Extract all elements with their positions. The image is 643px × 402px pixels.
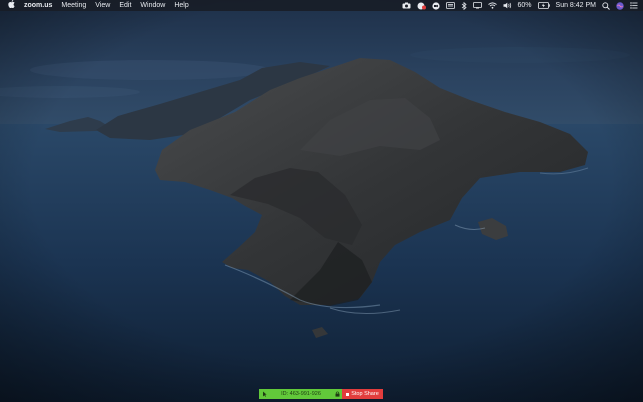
drag-handle-icon[interactable]	[259, 391, 269, 397]
stop-square-icon	[346, 392, 350, 396]
menubar-clock[interactable]: Sun 8:42 PM	[556, 0, 596, 11]
app-menu-zoom[interactable]: zoom.us	[24, 0, 52, 11]
screen-share-toolbar: ID: 463-991-926 Stop Share	[259, 389, 383, 399]
wifi-icon[interactable]	[487, 0, 497, 11]
stop-share-label: Stop Share	[351, 391, 379, 397]
battery-icon[interactable]	[537, 0, 550, 11]
spotlight-search-icon[interactable]	[602, 0, 610, 11]
menu-edit[interactable]: Edit	[119, 0, 131, 11]
battery-percent[interactable]: 60%	[518, 0, 532, 11]
zoom-record-icon[interactable]	[417, 0, 426, 11]
desktop-wallpaper	[0, 0, 643, 402]
volume-icon[interactable]	[503, 0, 512, 11]
meeting-info-pill[interactable]: ID: 463-991-926	[259, 389, 342, 399]
menu-help[interactable]: Help	[174, 0, 188, 11]
menu-meeting[interactable]: Meeting	[61, 0, 86, 11]
zoom-video-icon[interactable]	[431, 0, 440, 11]
siri-icon[interactable]	[616, 0, 624, 11]
bluetooth-icon[interactable]	[461, 0, 467, 11]
apple-logo-icon[interactable]	[8, 0, 15, 11]
lock-icon	[333, 391, 342, 397]
meeting-id-label: ID: 463-991-926	[281, 391, 321, 397]
catalina-wallpaper	[0, 0, 643, 402]
keyboard-icon[interactable]	[445, 0, 455, 11]
notification-center-icon[interactable]	[630, 0, 638, 11]
menu-view[interactable]: View	[95, 0, 110, 11]
display-icon[interactable]	[472, 0, 482, 11]
stop-share-button[interactable]: Stop Share	[342, 389, 383, 399]
menu-window[interactable]: Window	[140, 0, 165, 11]
menu-bar: zoom.us Meeting View Edit Window Help 60…	[0, 0, 643, 11]
camera-icon[interactable]	[402, 0, 411, 11]
